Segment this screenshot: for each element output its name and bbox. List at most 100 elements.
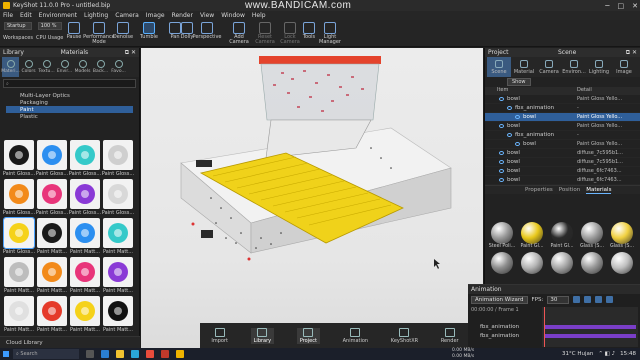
animation-wizard-button[interactable]: Animation Wizard <box>471 295 528 304</box>
assigned-material[interactable]: Paint Gl... <box>518 222 546 249</box>
menu-image[interactable]: Image <box>146 12 165 19</box>
denoise-button[interactable]: Denoise <box>110 22 136 40</box>
workspace-select[interactable]: Startup <box>3 22 32 30</box>
bandicam-icon[interactable] <box>161 350 169 358</box>
visibility-eye-icon[interactable] <box>499 124 504 128</box>
clock[interactable]: 15:48 <box>620 351 636 357</box>
chrome-icon[interactable] <box>146 350 154 358</box>
fps-input[interactable]: 30 <box>547 295 570 304</box>
taskbar-search-input[interactable]: ⌕ Search <box>13 349 79 359</box>
material-thumbnail[interactable]: Paint Matt... <box>69 257 101 294</box>
scene-tree-row[interactable]: bowl Paint Gloss Yello... <box>485 122 640 131</box>
assigned-material[interactable] <box>608 252 636 274</box>
menu-window[interactable]: Window <box>221 12 245 19</box>
material-thumbnail[interactable]: Paint Gloss... <box>3 179 35 216</box>
project-button[interactable]: Project <box>296 327 320 344</box>
rewind-icon[interactable] <box>573 296 581 303</box>
scene-tree-row[interactable]: bowl Paint Gloss Yello... <box>485 140 640 149</box>
close-icon[interactable]: ✕ <box>632 2 638 10</box>
menu-environment[interactable]: Environment <box>39 12 77 19</box>
store-icon[interactable] <box>131 350 139 358</box>
light-manager-button[interactable]: Light Manager <box>317 22 343 45</box>
assigned-material[interactable] <box>548 252 576 274</box>
material-thumbnail[interactable]: Paint Matt... <box>102 218 134 255</box>
playhead[interactable] <box>544 307 545 347</box>
property-tab[interactable]: Properties <box>525 187 553 193</box>
library-tab[interactable]: Textu... <box>38 57 55 77</box>
animation-track-label[interactable]: fbx_animation <box>480 324 519 330</box>
menu-lighting[interactable]: Lighting <box>84 12 108 19</box>
forward-icon[interactable] <box>595 296 603 303</box>
minimize-icon[interactable]: ─ <box>605 2 609 10</box>
visibility-eye-icon[interactable] <box>499 97 504 101</box>
timeline-bar[interactable] <box>544 325 636 329</box>
scene-tree-row[interactable]: bowl diffuse_6fc7463... <box>485 167 640 176</box>
material-thumbnail[interactable]: Paint Matt... <box>36 257 68 294</box>
animation-button[interactable]: Animation <box>343 327 368 344</box>
project-tab[interactable]: Scene <box>487 57 511 77</box>
library-tab[interactable]: Materi... <box>1 57 20 77</box>
weather-status[interactable]: 31°C Hujan <box>562 351 593 357</box>
assigned-material[interactable]: Glass (S... <box>608 222 636 249</box>
material-thumbnail[interactable]: Paint Matt... <box>102 257 134 294</box>
add-camera-button[interactable]: Add Camera <box>226 22 252 45</box>
material-thumbnail[interactable]: Paint Gloss... <box>102 140 134 177</box>
menu-camera[interactable]: Camera <box>115 12 139 19</box>
material-thumbnail[interactable]: Paint Matt... <box>36 218 68 255</box>
assigned-material[interactable]: Glass (S... <box>578 222 606 249</box>
library-tree-item[interactable]: Paint <box>6 106 133 113</box>
material-thumbnail[interactable]: Paint Gloss... <box>102 179 134 216</box>
library-tree-item[interactable]: Multi-Layer Optics <box>6 92 133 99</box>
library-tab[interactable]: Colors <box>20 57 37 77</box>
panel-options-icon[interactable]: ⧉ ✕ <box>125 49 136 57</box>
library-tab[interactable]: Envir... <box>56 57 73 77</box>
visibility-eye-icon[interactable] <box>507 106 512 110</box>
visibility-eye-icon[interactable] <box>515 142 520 146</box>
material-thumbnail[interactable]: Paint Matt... <box>3 296 35 333</box>
project-tab[interactable]: Material <box>512 57 536 77</box>
library-button[interactable]: Library <box>250 327 275 344</box>
loop-icon[interactable] <box>606 296 614 303</box>
material-thumbnail[interactable]: Paint Matt... <box>3 257 35 294</box>
library-tab[interactable]: Models <box>74 57 91 77</box>
animation-track-label[interactable]: fbx_animation <box>480 333 519 339</box>
project-tab[interactable]: Lighting <box>587 57 611 77</box>
tray-icons[interactable]: ⌃ ◧ ♪ <box>598 351 615 357</box>
assigned-material[interactable]: Paint Gl... <box>548 222 576 249</box>
scene-tree-row[interactable]: bowl diffuse_7c595b1... <box>485 158 640 167</box>
menu-help[interactable]: Help <box>252 12 266 19</box>
material-thumbnail[interactable]: Paint Matt... <box>69 296 101 333</box>
material-thumbnail[interactable]: Paint Gloss... <box>36 179 68 216</box>
material-thumbnail[interactable]: Paint Matt... <box>69 218 101 255</box>
library-tab[interactable]: Favo... <box>110 57 127 77</box>
perspective-button[interactable]: Perspective <box>193 22 221 40</box>
material-thumbnail[interactable]: Paint Gloss... <box>69 179 101 216</box>
edge-icon[interactable] <box>101 350 109 358</box>
property-tab[interactable]: Materials <box>586 187 612 194</box>
scene-tree-row[interactable]: bowl diffuse_7c595b1... <box>485 149 640 158</box>
property-tab[interactable]: Position <box>559 187 580 193</box>
scene-tree-row[interactable]: fbx_animation - <box>485 131 640 140</box>
cloud-library-link[interactable]: Cloud Library <box>0 336 140 348</box>
project-tab[interactable]: Camera <box>537 57 561 77</box>
project-tab[interactable]: Image <box>612 57 636 77</box>
show-filter-button[interactable]: Show <box>507 78 531 86</box>
material-thumbnail[interactable]: Paint Matt... <box>36 296 68 333</box>
scene-tree-row[interactable]: bowl Paint Gloss Yello... <box>485 113 640 122</box>
material-thumbnail[interactable]: Paint Gloss... <box>3 140 35 177</box>
menu-edit[interactable]: Edit <box>20 12 32 19</box>
animation-timeline[interactable] <box>542 307 638 347</box>
file-explorer-icon[interactable] <box>116 350 124 358</box>
visibility-eye-icon[interactable] <box>507 133 512 137</box>
import-button[interactable]: Import <box>211 327 228 344</box>
start-button[interactable] <box>0 349 11 360</box>
library-search-input[interactable]: ⌕ <box>3 79 136 88</box>
menu-view[interactable]: View <box>200 12 214 19</box>
assigned-material[interactable] <box>488 252 516 274</box>
assigned-material[interactable] <box>578 252 606 274</box>
library-tree-item[interactable]: Packaging <box>6 99 133 106</box>
performance-mode-button[interactable]: Performance Mode <box>83 22 115 45</box>
material-thumbnail[interactable]: Paint Gloss... <box>36 140 68 177</box>
task-view-icon[interactable] <box>86 350 94 358</box>
material-thumbnail[interactable]: Paint Gloss... <box>3 217 35 255</box>
